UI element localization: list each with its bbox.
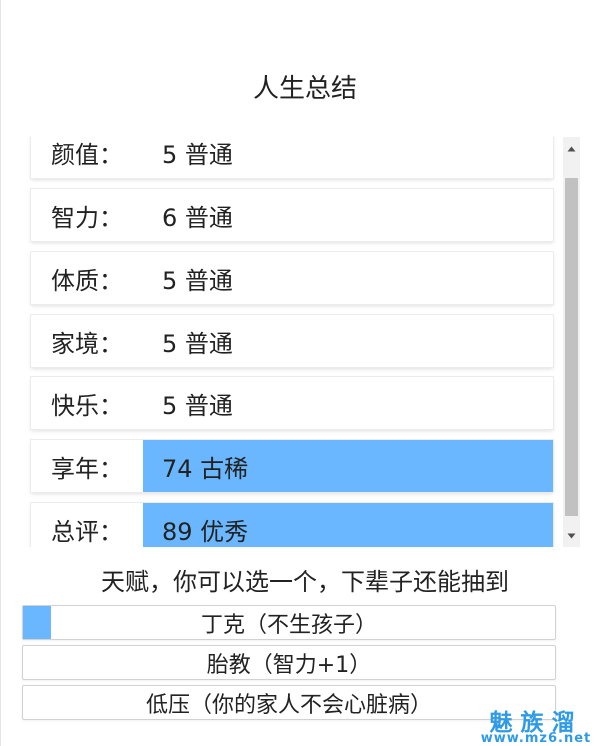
stat-label: 总评： <box>51 517 123 546</box>
scroll-up-button[interactable] <box>563 140 580 157</box>
stat-row-family: 家境： 5 普通 <box>31 315 553 367</box>
stat-label: 体质： <box>51 266 123 295</box>
stat-value: 6 普通 <box>162 203 233 232</box>
stat-label: 享年： <box>51 454 123 483</box>
stat-row-constitution: 体质： 5 普通 <box>31 252 553 304</box>
page-edge <box>0 0 1 746</box>
stat-row-appearance: 颜值： 5 普通 <box>31 137 553 178</box>
scroll-thumb[interactable] <box>565 178 578 516</box>
stat-row-lifespan: 享年： 74 古稀 <box>31 440 553 492</box>
stat-row-intelligence: 智力： 6 普通 <box>31 189 553 241</box>
stat-value: 5 普通 <box>162 266 233 295</box>
summary-scrollbar[interactable] <box>563 137 580 547</box>
stat-row-overall: 总评： 89 优秀 <box>31 503 553 547</box>
page-title: 人生总结 <box>252 74 357 104</box>
summary-list[interactable]: 颜值： 5 普通 智力： 6 普通 体质： 5 普通 家境： 5 普通 快乐： … <box>22 137 562 547</box>
talent-option-prenatal[interactable]: 胎教（智力+1） <box>22 645 556 680</box>
stat-value-highlighted: 74 古稀 <box>143 440 553 492</box>
stat-label: 智力： <box>51 203 123 232</box>
stat-label: 快乐： <box>51 391 123 420</box>
watermark-url: www.mz6.net <box>480 731 592 746</box>
stat-value-highlighted: 89 优秀 <box>143 503 553 547</box>
talent-option-dink[interactable]: 丁克（不生孩子） <box>22 605 556 640</box>
arrow-down-icon <box>567 533 576 538</box>
stat-row-happiness: 快乐： 5 普通 <box>31 377 553 429</box>
talent-heading: 天赋，你可以选一个，下辈子还能抽到 <box>101 568 509 596</box>
stat-value: 5 普通 <box>162 391 233 420</box>
stat-label: 颜值： <box>51 140 123 169</box>
arrow-up-icon <box>567 146 576 151</box>
stat-label: 家境： <box>51 329 123 358</box>
stat-value: 5 普通 <box>162 140 233 169</box>
scroll-down-button[interactable] <box>563 527 580 544</box>
stat-value: 5 普通 <box>162 329 233 358</box>
watermark-logo: 魅族溜 www.mz6.net <box>462 703 610 746</box>
talent-option-label: 丁克（不生孩子） <box>200 612 377 638</box>
talent-option-label: 胎教（智力+1） <box>206 652 372 678</box>
